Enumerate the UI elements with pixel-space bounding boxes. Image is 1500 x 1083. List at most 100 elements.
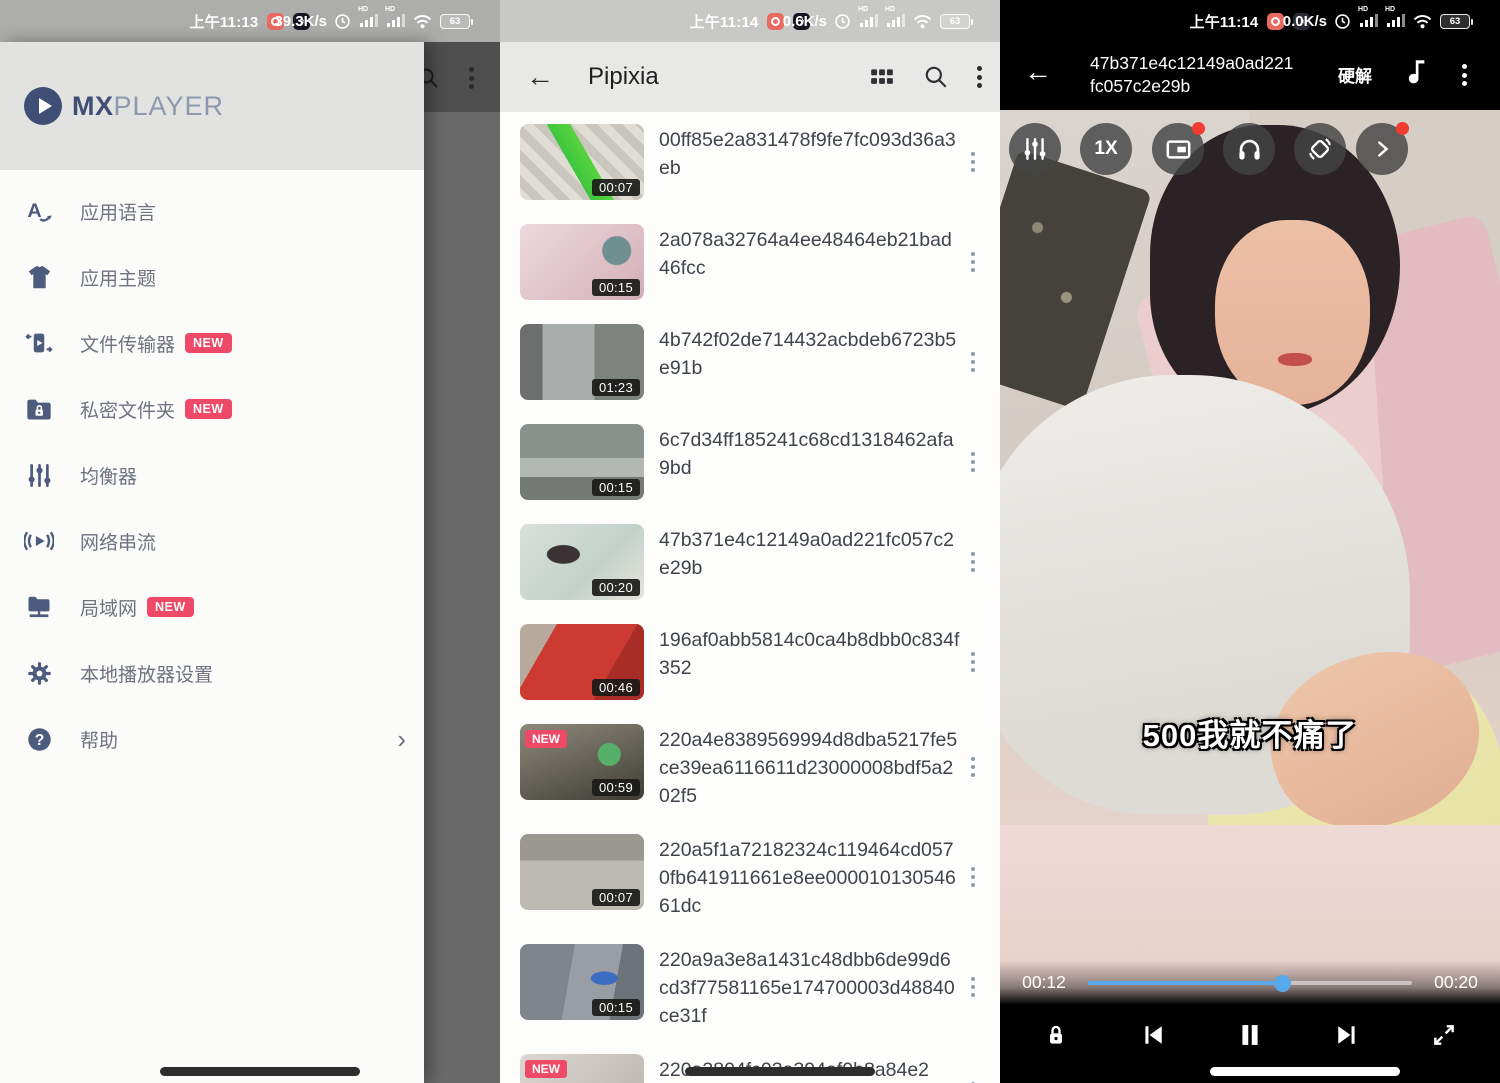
home-indicator[interactable] <box>1210 1067 1400 1076</box>
fullscreen-button[interactable] <box>1414 1022 1474 1048</box>
more-controls-button[interactable] <box>1356 123 1408 175</box>
video-row[interactable]: 00:07 00ff85e2a831478f9fe7fc093d36a3eb <box>500 112 1000 212</box>
next-button[interactable] <box>1317 1021 1377 1049</box>
row-menu-icon[interactable] <box>960 552 986 573</box>
back-arrow-icon[interactable]: ← <box>526 63 554 91</box>
play-logo-icon <box>24 87 62 125</box>
lock-button[interactable] <box>1026 1022 1086 1048</box>
video-name: 220a5f1a72182324c119464cd0570fb641911661… <box>659 834 960 920</box>
pause-button[interactable] <box>1220 1021 1280 1049</box>
video-name: 220a9a3e8a1431c48dbb6de99d6cd3f77581165e… <box>659 944 960 1030</box>
video-row[interactable]: 00:20 47b371e4c12149a0ad221fc057c2e29b <box>500 512 1000 612</box>
row-menu-icon[interactable] <box>960 867 986 888</box>
menu-item-lan[interactable]: 局域网 NEW <box>0 574 424 640</box>
video-thumbnail[interactable]: NEW <box>520 1054 644 1083</box>
search-icon <box>424 66 440 90</box>
menu-item-help[interactable]: ? 帮助 › <box>0 706 424 772</box>
menu-item-private-folder[interactable]: 私密文件夹 NEW <box>0 376 424 442</box>
row-menu-icon[interactable] <box>960 152 986 173</box>
signal-icon-sim1: HD <box>358 11 378 32</box>
row-menu-icon[interactable] <box>960 977 986 998</box>
notification-dot <box>1192 122 1205 135</box>
seek-bar[interactable] <box>1088 981 1412 985</box>
equalizer-button[interactable] <box>1009 123 1061 175</box>
video-name: 4b742f02de714432acbdeb6723b5e91b <box>659 324 960 382</box>
person-lips <box>1278 353 1312 366</box>
new-badge: NEW <box>185 399 232 419</box>
home-indicator[interactable] <box>685 1067 875 1076</box>
decoder-toggle[interactable]: 硬解 <box>1338 62 1372 87</box>
status-time: 上午11:14 <box>690 11 759 32</box>
previous-button[interactable] <box>1123 1021 1183 1049</box>
status-time: 上午11:14 <box>1190 11 1259 32</box>
rotate-screen-button[interactable] <box>1294 123 1346 175</box>
net-speed: 39.3K/s <box>274 13 327 30</box>
duration-badge: 01:23 <box>592 379 640 396</box>
audio-track-icon[interactable] <box>1406 56 1432 91</box>
panel-mxplayer-drawer: 上午11:13 ♪ 39.3K/s HD HD 63 <box>0 0 500 1083</box>
video-thumbnail[interactable]: 00:15 <box>520 944 644 1020</box>
duration-badge: 00:15 <box>592 279 640 296</box>
back-arrow-icon[interactable]: ← <box>1024 58 1052 86</box>
pip-button[interactable] <box>1152 123 1204 175</box>
video-thumbnail[interactable]: 00:15 <box>520 224 644 300</box>
video-name: 196af0abb5814c0ca4b8dbb0c834f352 <box>659 624 960 682</box>
duration-badge: 00:15 <box>592 479 640 496</box>
video-row[interactable]: 00:07 220a5f1a72182324c119464cd0570fb641… <box>500 822 1000 932</box>
video-thumbnail[interactable]: 00:07 <box>520 124 644 200</box>
menu-item-file-transfer[interactable]: 文件传输器 NEW <box>0 310 424 376</box>
video-thumbnail[interactable]: 01:23 <box>520 324 644 400</box>
signal-icon-sim2: HD <box>885 11 905 32</box>
video-row[interactable]: NEW 00:59 220a4e8389569994d8dba5217fe5ce… <box>500 712 1000 822</box>
dimmed-background[interactable] <box>424 42 500 1083</box>
lan-icon <box>24 592 54 622</box>
total-time: 00:20 <box>1412 972 1500 993</box>
menu-item-network-stream[interactable]: 网络串流 <box>0 508 424 574</box>
playback-speed-button[interactable]: 1X <box>1080 123 1132 175</box>
video-row[interactable]: 01:23 4b742f02de714432acbdeb6723b5e91b <box>500 312 1000 412</box>
row-menu-icon[interactable] <box>960 452 986 473</box>
progress-knob[interactable] <box>1274 975 1291 992</box>
video-row[interactable]: 00:46 196af0abb5814c0ca4b8dbb0c834f352 <box>500 612 1000 712</box>
overflow-menu-icon[interactable] <box>977 66 982 88</box>
video-row[interactable]: 00:15 2a078a32764a4ee48464eb21bad46fcc <box>500 212 1000 312</box>
menu-item-app-theme[interactable]: 应用主题 <box>0 244 424 310</box>
grid-view-icon[interactable] <box>869 64 895 90</box>
file-transfer-icon <box>24 328 54 358</box>
video-row[interactable]: NEW 220a3804fc03a394af0b8a84e2 <box>500 1042 1000 1083</box>
row-menu-icon[interactable] <box>960 252 986 273</box>
video-surface[interactable]: 500我就不痛了 <box>1000 110 1500 1005</box>
signal-icon-sim2: HD <box>1385 11 1405 32</box>
panel-video-list: 上午11:14 ♪ 0.6K/s HD HD 63 ← Pipixia <box>500 0 1000 1083</box>
navigation-drawer: MXPLAYER A 应用语言 应用主题 文件传输器 NEW <box>0 42 424 1083</box>
home-indicator[interactable] <box>160 1067 360 1076</box>
logo-mx-text: MX <box>72 91 114 121</box>
video-row[interactable]: 00:15 6c7d34ff185241c68cd1318462afa9bd <box>500 412 1000 512</box>
overflow-menu-icon[interactable] <box>1462 64 1467 86</box>
video-thumbnail[interactable]: 00:15 <box>520 424 644 500</box>
mxplayer-logo: MXPLAYER <box>24 87 224 125</box>
video-row[interactable]: 00:15 220a9a3e8a1431c48dbb6de99d6cd3f775… <box>500 932 1000 1042</box>
alarm-icon <box>1334 13 1351 30</box>
video-thumbnail[interactable]: NEW 00:59 <box>520 724 644 800</box>
quick-controls: 1X <box>1000 123 1500 175</box>
video-thumbnail[interactable]: 00:07 <box>520 834 644 910</box>
duration-badge: 00:07 <box>592 179 640 196</box>
menu-item-equalizer[interactable]: 均衡器 <box>0 442 424 508</box>
menu-item-app-language[interactable]: A 应用语言 <box>0 178 424 244</box>
menu-item-local-player-settings[interactable]: 本地播放器设置 <box>0 640 424 706</box>
duration-badge: 00:15 <box>592 999 640 1016</box>
wifi-icon <box>1412 13 1433 29</box>
signal-icon-sim1: HD <box>1358 11 1378 32</box>
row-menu-icon[interactable] <box>960 757 986 778</box>
row-menu-icon[interactable] <box>960 352 986 373</box>
status-bar: 上午11:14 ♪ 0.6K/s HD HD 63 <box>500 0 1000 42</box>
row-menu-icon[interactable] <box>960 652 986 673</box>
background-play-button[interactable] <box>1223 123 1275 175</box>
video-thumbnail[interactable]: 00:20 <box>520 524 644 600</box>
search-icon[interactable] <box>923 64 949 90</box>
signal-icon-sim1: HD <box>858 11 878 32</box>
alarm-icon <box>834 13 851 30</box>
video-thumbnail[interactable]: 00:46 <box>520 624 644 700</box>
elapsed-time: 00:12 <box>1000 972 1088 993</box>
